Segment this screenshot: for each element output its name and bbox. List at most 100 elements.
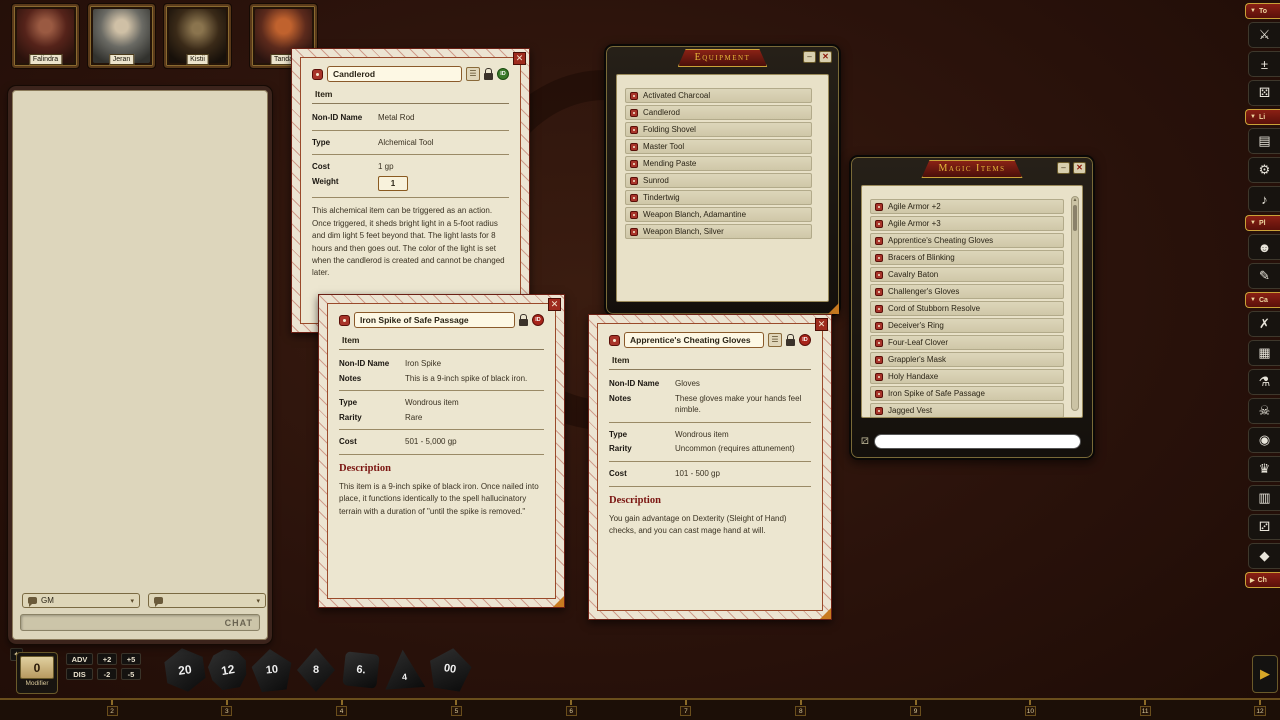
tab-item[interactable]: Item — [312, 89, 509, 104]
close-button[interactable]: ✕ — [513, 52, 526, 65]
plus-minus-modifiers-icon[interactable]: ± — [1248, 51, 1280, 77]
items-flask-icon[interactable]: ⚗ — [1248, 369, 1280, 395]
modifier-box[interactable]: 0 Modifier — [16, 652, 58, 694]
portrait-jeran[interactable]: Jeran — [88, 4, 155, 68]
notes-button[interactable]: ☰ — [768, 333, 782, 347]
effects-icon[interactable]: ◆ — [1248, 543, 1280, 569]
portrait-kistii[interactable]: Kistii — [164, 4, 231, 68]
field-value[interactable]: Wondrous item — [675, 429, 811, 441]
tab-item[interactable]: Item — [609, 355, 811, 370]
sidebar-section-campaign[interactable]: ▼ Ca — [1245, 292, 1280, 308]
close-button[interactable]: ✕ — [815, 318, 828, 331]
lock-icon[interactable] — [786, 339, 795, 346]
battle-icon[interactable]: ✗ — [1248, 311, 1280, 337]
list-item[interactable]: Master Tool — [625, 139, 812, 154]
scroll-up-icon[interactable]: ▲ — [1072, 197, 1078, 204]
d6-die[interactable]: 6. — [342, 651, 379, 688]
identified-badge[interactable]: ID — [497, 68, 509, 80]
sound-note-icon[interactable]: ♪ — [1248, 186, 1280, 212]
sidebar-section-tools[interactable]: ▼ To — [1245, 3, 1280, 19]
d100-die[interactable]: 00 — [426, 645, 474, 693]
identified-badge[interactable]: ID — [799, 334, 811, 346]
list-item[interactable]: Agile Armor +3 — [870, 216, 1064, 231]
minimize-button[interactable]: – — [803, 51, 816, 63]
field-value[interactable]: 101 - 500 gp — [675, 468, 811, 480]
field-value[interactable]: 501 - 5,000 gp — [405, 436, 544, 448]
crossed-swords-icon[interactable]: ⚔ — [1248, 22, 1280, 48]
notes-pencil-icon[interactable]: ✎ — [1248, 263, 1280, 289]
hotbar-slot[interactable]: 12 — [1252, 700, 1268, 720]
hotbar-slot[interactable]: 4 — [334, 700, 350, 720]
field-value[interactable]: Iron Spike — [405, 358, 544, 370]
list-item[interactable]: Cavalry Baton — [870, 267, 1064, 282]
list-item[interactable]: Folding Shovel — [625, 122, 812, 137]
item-name-input[interactable] — [624, 332, 764, 348]
sidebar-section-player[interactable]: ▼ Pl — [1245, 215, 1280, 231]
modules-icon[interactable]: ▤ — [1248, 128, 1280, 154]
hotbar-slot[interactable]: 6 — [563, 700, 579, 720]
options-gear-icon[interactable]: ⚙ — [1248, 157, 1280, 183]
list-item[interactable]: Tindertwig — [625, 190, 812, 205]
quests-trophy-icon[interactable]: ♛ — [1248, 456, 1280, 482]
images-icon[interactable]: ▦ — [1248, 340, 1280, 366]
lock-icon[interactable] — [484, 73, 493, 80]
list-item[interactable]: Bracers of Blinking — [870, 250, 1064, 265]
magic-items-filter-input[interactable] — [874, 434, 1081, 449]
field-value[interactable]: Uncommon (requires attunement) — [675, 443, 811, 455]
tables-die-icon[interactable]: ⚂ — [1248, 514, 1280, 540]
weight-input[interactable]: 1 — [378, 176, 408, 192]
dis-button[interactable]: DIS — [66, 668, 93, 680]
hotbar-slot[interactable]: 11 — [1137, 700, 1153, 720]
list-item[interactable]: Activated Charcoal — [625, 88, 812, 103]
d4-die[interactable]: 4 — [383, 647, 426, 692]
field-value[interactable]: Metal Rod — [378, 112, 509, 124]
hotbar-slot[interactable]: 5 — [448, 700, 464, 720]
list-item[interactable]: Grappler's Mask — [870, 352, 1064, 367]
scrollbar[interactable]: ▲ — [1071, 196, 1079, 411]
dice-icon[interactable]: ⚄ — [1248, 80, 1280, 106]
tab-item[interactable]: Item — [339, 335, 544, 350]
sidebar-section-charsheet[interactable]: ▶ Ch — [1245, 572, 1280, 588]
list-item[interactable]: Candlerod — [625, 105, 812, 120]
notes-button[interactable]: ☰ — [466, 67, 480, 81]
list-item[interactable]: Deceiver's Ring — [870, 318, 1064, 333]
parcels-coins-icon[interactable]: ◉ — [1248, 427, 1280, 453]
d20-die[interactable]: 20 — [161, 645, 209, 694]
resize-grip[interactable] — [553, 596, 564, 607]
chat-input[interactable]: CHAT — [20, 614, 260, 631]
list-item[interactable]: Apprentice's Cheating Gloves — [870, 233, 1064, 248]
field-value[interactable]: This is a 9-inch spike of black iron. — [405, 373, 544, 385]
close-button[interactable]: ✕ — [819, 51, 832, 63]
hotbar-slot[interactable]: 3 — [219, 700, 235, 720]
field-value[interactable]: 1 gp — [378, 161, 509, 173]
minus5-button[interactable]: -5 — [121, 668, 141, 680]
resize-grip[interactable] — [820, 608, 831, 619]
hotbar-slot[interactable]: 8 — [793, 700, 809, 720]
field-value[interactable]: Rare — [405, 412, 544, 424]
party-icon[interactable]: ☻ — [1248, 234, 1280, 260]
sidebar-section-library[interactable]: ▼ Li — [1245, 109, 1280, 125]
resize-grip[interactable] — [828, 303, 839, 314]
hotbar-slot[interactable]: 9 — [908, 700, 924, 720]
scrollbar-thumb[interactable] — [1073, 205, 1077, 231]
hotbar-slot[interactable]: 10 — [1022, 700, 1038, 720]
story-book-icon[interactable]: ▥ — [1248, 485, 1280, 511]
list-item[interactable]: Cord of Stubborn Resolve — [870, 301, 1064, 316]
item-name-input[interactable] — [327, 66, 462, 82]
portrait-falindra[interactable]: Falindra — [12, 4, 79, 68]
close-button[interactable]: ✕ — [548, 298, 561, 311]
hotbar-next-button[interactable]: ▶ — [1252, 655, 1278, 693]
npc-skull-icon[interactable]: ☠ — [1248, 398, 1280, 424]
d10-die[interactable]: 10 — [250, 647, 294, 693]
list-item[interactable]: Mending Paste — [625, 156, 812, 171]
list-item[interactable]: Iron Spike of Safe Passage — [870, 386, 1064, 401]
plus2-button[interactable]: +2 — [97, 653, 117, 665]
list-item[interactable]: Sunrod — [625, 173, 812, 188]
item-name-input[interactable] — [354, 312, 515, 328]
d8-die[interactable]: 8 — [297, 648, 335, 692]
identified-badge[interactable]: ID — [532, 314, 544, 326]
hotbar-slot[interactable]: 7 — [678, 700, 694, 720]
list-item[interactable]: Weapon Blanch, Silver — [625, 224, 812, 239]
field-value[interactable]: These gloves make your hands feel nimble… — [675, 393, 811, 416]
chat-emote-select[interactable]: ▾ — [148, 593, 266, 608]
